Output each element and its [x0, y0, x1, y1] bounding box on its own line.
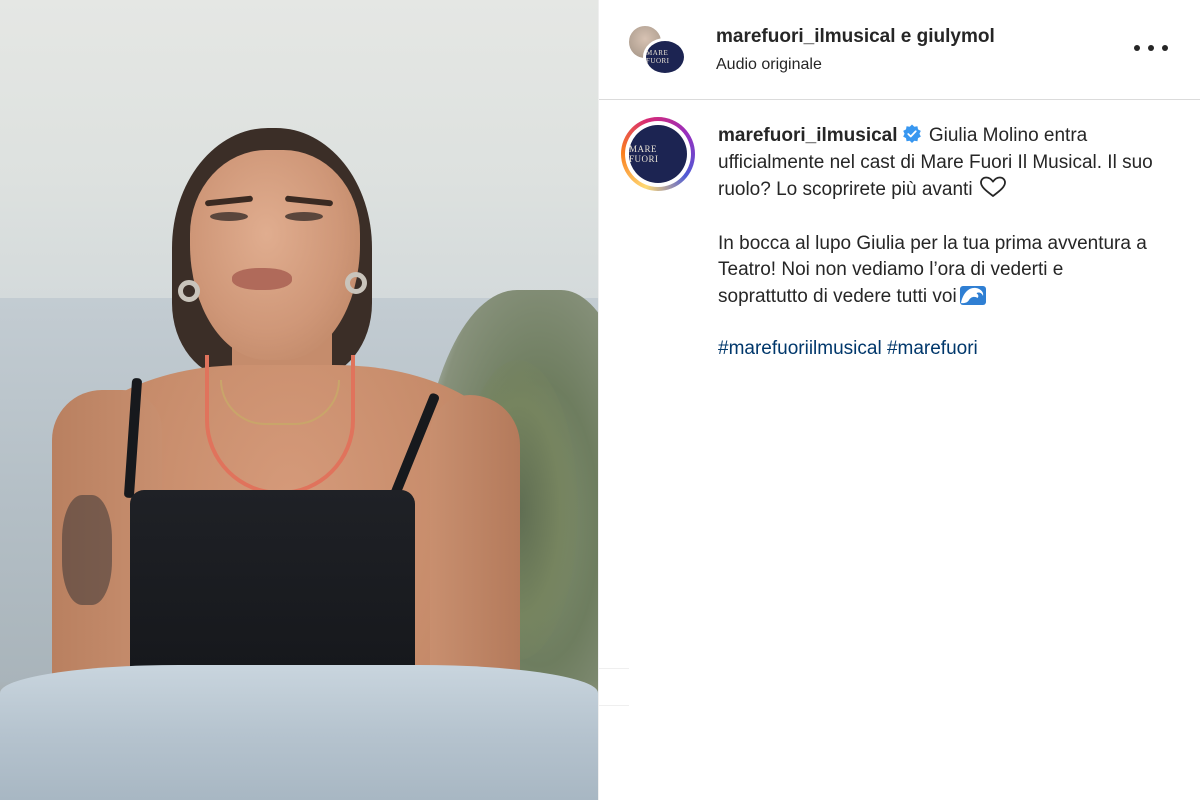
tattoo — [62, 495, 112, 605]
section-divider — [599, 705, 629, 706]
jeans — [0, 665, 598, 800]
earring-right — [345, 272, 367, 294]
caption-text-2: In bocca al lupo Giulia per la tua prima… — [718, 232, 1147, 307]
hashtag-marefuoriilmusical[interactable]: #marefuoriilmusical — [718, 338, 882, 359]
collab-usernames[interactable]: marefuori_ilmusical e giulymol — [716, 26, 995, 48]
black-top — [130, 490, 415, 690]
caption-username[interactable]: marefuori_ilmusical — [718, 125, 898, 146]
post-media-video[interactable] — [0, 0, 598, 800]
avatar-marefuori[interactable]: MARE FUORI — [643, 38, 687, 76]
left-eye — [210, 212, 248, 221]
post-header: MARE FUORI marefuori_ilmusical e giulymo… — [599, 0, 1200, 100]
section-divider — [599, 668, 629, 669]
post-caption: marefuori_ilmusical Giulia Molino entra … — [718, 123, 1158, 363]
logo-text: MARE FUORI — [629, 144, 659, 164]
face — [190, 150, 360, 360]
logo-text: MARE FUORI — [646, 49, 670, 65]
more-options-icon[interactable] — [1134, 38, 1168, 58]
audio-link[interactable]: Audio originale — [716, 56, 822, 74]
hashtags: #marefuoriilmusical #marefuori — [718, 336, 1158, 363]
mare-fuori-logo: MARE FUORI — [629, 125, 687, 183]
caption-section: MARE FUORI marefuori_ilmusical Giulia Mo… — [599, 101, 1200, 661]
lips — [232, 268, 292, 290]
hashtag-marefuori[interactable]: #marefuori — [887, 338, 978, 359]
story-ring-avatar[interactable]: MARE FUORI — [621, 117, 695, 191]
heart-outline-icon — [979, 176, 1006, 197]
wave-emoji-icon — [959, 285, 986, 305]
woman-figure — [0, 0, 598, 800]
right-eye — [285, 212, 323, 221]
verified-badge-icon — [902, 124, 921, 143]
earring-left — [178, 280, 200, 302]
collab-avatars[interactable]: MARE FUORI — [627, 24, 689, 76]
